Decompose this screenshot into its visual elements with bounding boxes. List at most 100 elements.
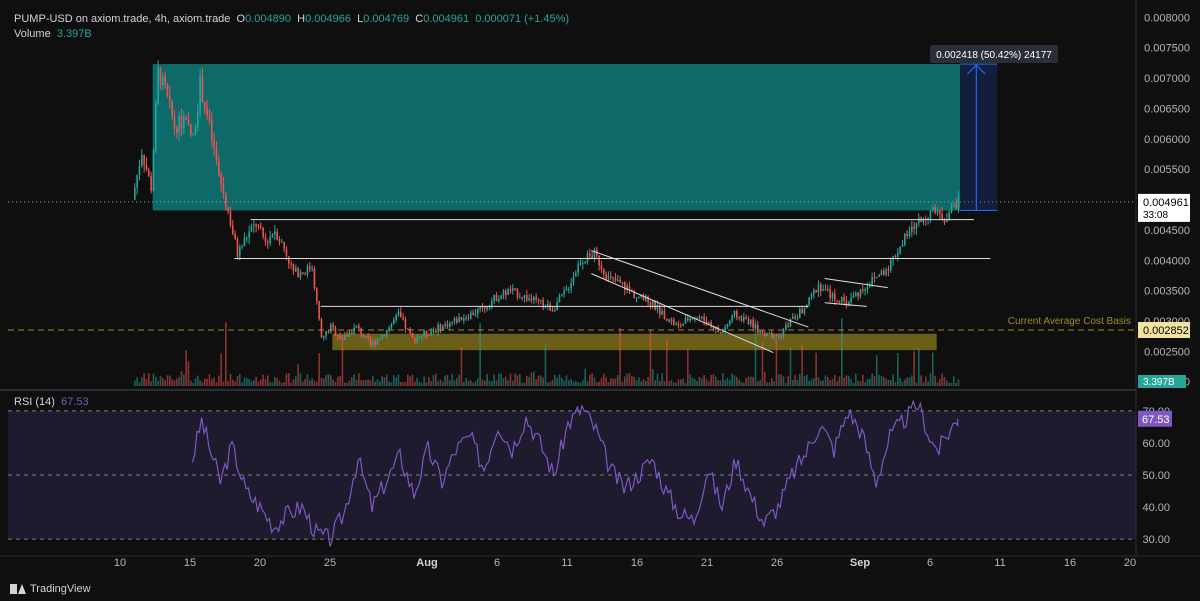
volume-bar [941, 373, 943, 386]
volume-bar [407, 374, 409, 386]
volume-bar [955, 382, 957, 386]
volume-bar [957, 379, 960, 386]
volume-bar [654, 380, 656, 386]
candle-body [446, 323, 449, 327]
candle-body [684, 318, 687, 324]
volume-bar [379, 381, 381, 386]
volume-bar [736, 377, 738, 386]
candle-body [264, 236, 267, 242]
candle-body [332, 324, 334, 328]
volume-bar [267, 375, 269, 386]
candle-body [334, 327, 337, 335]
trend-line [824, 277, 888, 289]
candle-body [421, 335, 423, 338]
volume-bar [794, 375, 796, 386]
candle-body [565, 289, 568, 291]
volume-bar [302, 381, 304, 386]
volume-bar [316, 381, 318, 386]
candle-body [255, 224, 257, 226]
candle-body [141, 154, 143, 167]
candle-body [656, 305, 659, 310]
volume-bar [663, 381, 666, 386]
chart-canvas[interactable]: 0.008000 0.007500 0.007000 0.006500 0.006000… [0, 0, 1200, 601]
volume-bar [388, 381, 390, 386]
time-axis-tick: 11 [994, 557, 1005, 569]
candle-body [176, 128, 178, 133]
rsi-axis-tick: 60.00 [1142, 438, 1170, 450]
candle-body [617, 279, 619, 282]
volume-bar [866, 379, 869, 386]
volume-bar [458, 374, 460, 386]
candle-body [498, 299, 500, 301]
candle-body [197, 110, 199, 128]
price-axis-tick: 0.003500 [1144, 286, 1190, 298]
volume-bar [586, 380, 589, 386]
volume-bar [607, 381, 610, 386]
volume-bar [729, 380, 731, 386]
candle-body [400, 311, 402, 318]
candle-body [325, 331, 327, 336]
candle-body [813, 290, 815, 295]
volume-bar [243, 377, 246, 386]
candle-body [166, 84, 169, 96]
volume-bar [717, 380, 719, 386]
candle-body [871, 277, 873, 286]
candle-body [766, 333, 768, 337]
volume-bar [698, 376, 701, 386]
volume-bar [726, 377, 729, 386]
candle-body [344, 334, 346, 340]
volume-bar [673, 382, 675, 386]
volume-bar [857, 380, 859, 386]
volume-bar [453, 380, 456, 386]
volume-bar [547, 382, 549, 386]
volume-bar [313, 380, 316, 386]
candle-body [337, 334, 339, 337]
candle-body [575, 272, 577, 277]
candle-body [899, 246, 901, 254]
candle-body [689, 318, 691, 321]
volume-bar [491, 381, 493, 386]
candle-body [915, 223, 918, 229]
candle-body [568, 288, 570, 290]
candle-body [274, 231, 276, 235]
volume-bar [929, 373, 932, 386]
volume-bar [831, 378, 834, 386]
volume-bar [768, 382, 771, 386]
candle-body [190, 124, 192, 135]
volume-bar [668, 381, 670, 386]
candle-body [157, 67, 159, 105]
candle-body [220, 174, 222, 185]
volume-bar [341, 336, 344, 386]
tradingview-branding[interactable]: TradingView [10, 583, 91, 595]
volume-bar [834, 374, 836, 386]
volume-bar [876, 355, 878, 386]
candle-body [887, 269, 890, 271]
volume-bar [255, 376, 257, 386]
candle-body [561, 294, 563, 296]
volume-bar [232, 379, 234, 386]
volume-bar [311, 378, 313, 386]
volume-bar [733, 375, 736, 386]
candle-body [253, 224, 255, 227]
volume-bar [738, 379, 740, 386]
volume-bar [575, 381, 577, 386]
volume-bar [509, 373, 512, 386]
volume-bar [806, 374, 808, 386]
candle-body [663, 310, 666, 319]
candle-body [302, 272, 304, 274]
volume-bar [584, 368, 586, 386]
volume-bar [173, 380, 176, 386]
candle-body [456, 318, 458, 323]
volume-bar [304, 378, 306, 386]
volume-bar [649, 329, 652, 386]
candle-body [759, 331, 761, 333]
candle-body [204, 101, 206, 109]
candle-body [136, 175, 138, 188]
volume-bar [815, 352, 817, 386]
volume-bar [838, 376, 841, 386]
candle-body [278, 239, 281, 242]
tradingview-logo-icon [10, 584, 26, 594]
volume-bar [780, 374, 782, 386]
volume-bar [757, 381, 759, 386]
volume-bar [820, 380, 822, 386]
